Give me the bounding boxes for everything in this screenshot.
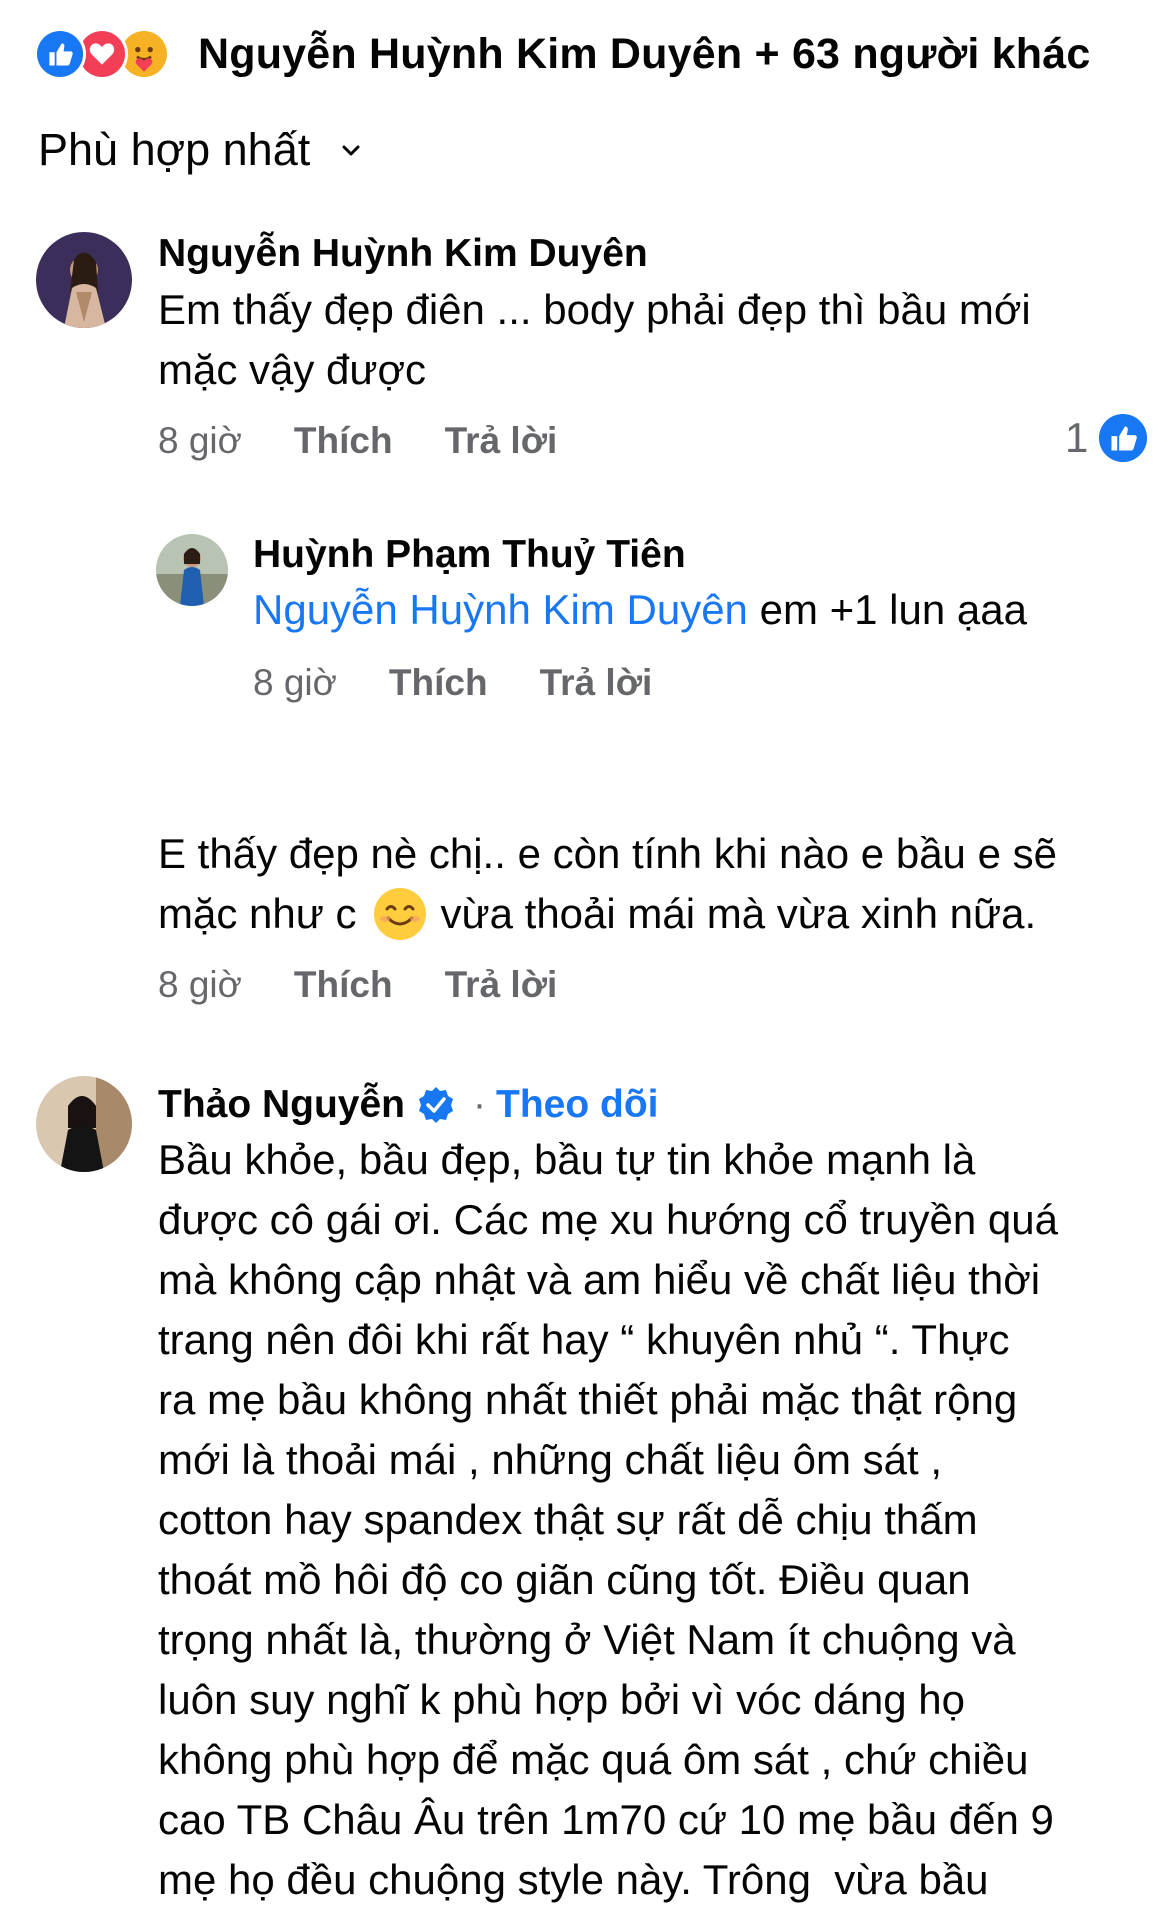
comment-text-line: cao TB Châu Âu trên 1m70 cứ 10 mẹ bầu đế… [158, 1796, 1054, 1843]
comment-text-line: mặc vậy được [158, 346, 427, 393]
chevron-down-icon [342, 145, 360, 156]
comment-text-line: được cô gái ơi. Các mẹ xu hướng cổ truyề… [158, 1196, 1058, 1243]
comment-text-line: không phù hợp để mặc quá ôm sát , chứ ch… [158, 1736, 1029, 1783]
reply-button[interactable]: Trả lời [445, 964, 558, 1006]
comment-text: em +1 lun ạaa [747, 586, 1027, 633]
like-button[interactable]: Thích [389, 662, 488, 704]
comment-reaction-count[interactable]: 1 [1065, 413, 1148, 463]
comment-text-line: cotton hay spandex thật sự rất dễ chịu t… [158, 1496, 978, 1543]
comment-actions: 8 giờ Thích Trả lời [158, 420, 557, 462]
comment-text-line: Nguyễn Huỳnh Kim Duyên em +1 lun ạaa [253, 580, 1027, 640]
comment-text: mặc như c [158, 890, 357, 937]
verified-badge-icon [419, 1087, 454, 1123]
comment-text-line: E thấy đẹp nè chị.. e còn tính khi nào e… [158, 830, 1057, 877]
comment-text-line: Em thấy đẹp điên ... body phải đẹp thì b… [158, 286, 1031, 333]
like-reaction-icon [1099, 413, 1148, 463]
sort-dropdown[interactable]: Phù hợp nhất [38, 124, 362, 176]
comment-actions: 8 giờ Thích Trả lời [253, 662, 652, 704]
comment-text-line: thoát mồ hôi độ co giãn cũng tốt. Điều q… [158, 1556, 971, 1603]
sort-label: Phù hợp nhất [38, 124, 311, 175]
comment-text-line: trang nên đôi khi rất hay “ khuyên nhủ “… [158, 1316, 1010, 1363]
comment-actions: 8 giờ Thích Trả lời [158, 964, 557, 1006]
follow-button[interactable]: Theo dõi [496, 1083, 658, 1127]
comment-text-line: Bầu khỏe, bầu đẹp, bầu tự tin khỏe mạnh … [158, 1136, 976, 1183]
comment-author[interactable]: Nguyễn Huỳnh Kim Duyên [158, 232, 648, 276]
comment-text-line: mẹ họ đều chuộng style này. Trông vừa bầ… [158, 1856, 989, 1903]
comment-text-line: mới là thoải mái , những chất liệu ôm sá… [158, 1436, 943, 1483]
avatar[interactable] [36, 1076, 132, 1172]
like-button[interactable]: Thích [294, 420, 393, 462]
comment-time: 8 giờ [253, 662, 337, 703]
reply-button[interactable]: Trả lời [445, 420, 558, 462]
comment-author[interactable]: Thảo Nguyễn [158, 1083, 405, 1127]
reactions-summary[interactable]: Nguyễn Huỳnh Kim Duyên + 63 người khác [34, 22, 1090, 86]
reaction-icons [34, 26, 184, 82]
reactions-summary-text: Nguyễn Huỳnh Kim Duyên + 63 người khác [198, 29, 1091, 78]
like-reaction-icon [34, 28, 86, 80]
smiling-emoji-icon [373, 888, 426, 940]
comment-text-line: ra mẹ bầu không nhất thiết phải mặc thật… [158, 1376, 1018, 1423]
comment-text-line: luôn suy nghĩ k phù hợp bởi vì vóc dáng … [158, 1676, 965, 1723]
mention-link[interactable]: Nguyễn Huỳnh Kim Duyên [253, 586, 748, 633]
avatar[interactable] [156, 534, 228, 606]
comment-header: Thảo Nguyễn · Theo dõi [158, 1083, 659, 1127]
comment-time: 8 giờ [158, 964, 242, 1005]
comment-text: vừa thoải mái mà vừa xinh nữa. [440, 890, 1037, 937]
comment-text-line: mà không cập nhật và am hiểu về chất liệ… [158, 1256, 1041, 1303]
avatar[interactable] [36, 232, 132, 328]
comment-time: 8 giờ [158, 420, 242, 461]
like-button[interactable]: Thích [294, 964, 393, 1006]
separator-dot: · [473, 1083, 487, 1126]
reaction-count: 1 [1065, 414, 1089, 461]
reply-button[interactable]: Trả lời [540, 662, 653, 704]
comment-text-line: trọng nhất là, thường ở Việt Nam ít chuộ… [158, 1616, 1016, 1663]
comment-body: Bầu khỏe, bầu đẹp, bầu tự tin khỏe mạnh … [158, 1130, 1058, 1910]
comment-text-line: mặc như c vừa thoải mái mà vừa xinh nữa. [158, 884, 1036, 944]
comment-author[interactable]: Huỳnh Phạm Thuỷ Tiên [253, 533, 686, 577]
